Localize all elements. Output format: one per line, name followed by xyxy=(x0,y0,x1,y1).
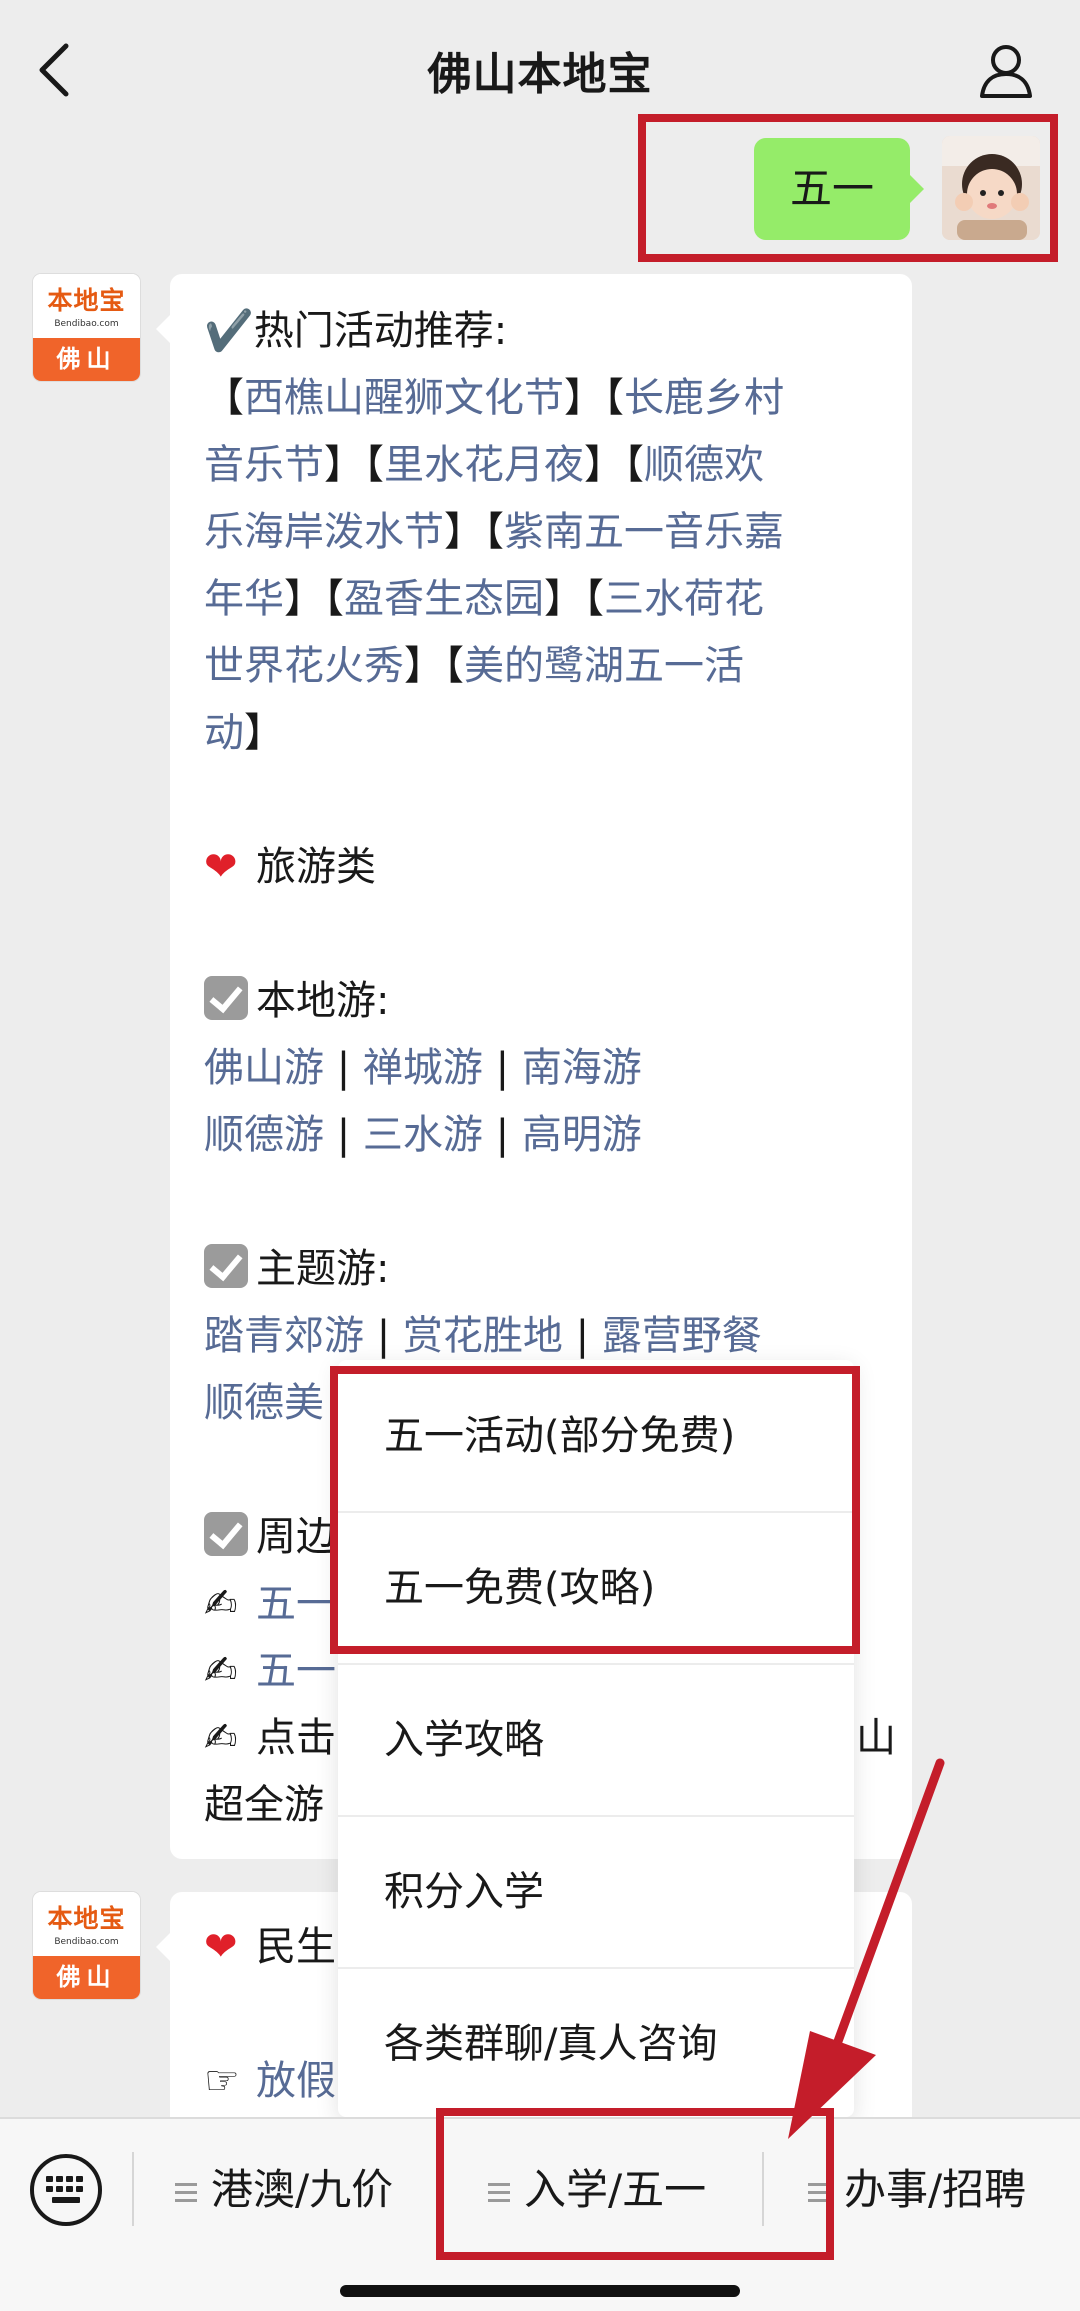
local-travel-row: 顺德游 | 三水游 | 高明游 xyxy=(204,1112,642,1158)
link-midea-lulake-cont[interactable]: 动 xyxy=(204,710,244,756)
pointing-hand-icon: ☞ xyxy=(204,2058,240,2104)
link-midea-lulake[interactable]: 美的鹭湖五一活 xyxy=(464,643,744,689)
checkbox-icon xyxy=(204,976,248,1020)
bot-domain: Bendibao.com xyxy=(54,319,119,329)
checkbox-icon xyxy=(204,1512,248,1556)
writing-hand-icon: ✍ xyxy=(204,1648,238,1694)
profile-icon[interactable] xyxy=(976,40,1036,100)
link-zinan-music-carnival-cont[interactable]: 年华 xyxy=(204,576,284,622)
link-flower-spots[interactable]: 赏花胜地 xyxy=(403,1313,563,1359)
menu-tab-affairs-jobs[interactable]: 办事/招聘 xyxy=(808,2150,1026,2230)
home-indicator xyxy=(340,2285,740,2297)
bot-domain: Bendibao.com xyxy=(54,1937,119,1947)
chat-title: 佛山本地宝 xyxy=(427,49,653,100)
link-changlu-music-cont[interactable]: 音乐节 xyxy=(204,442,324,488)
red-arrow-annotation xyxy=(788,1758,945,2139)
link-lishui-flower-night[interactable]: 里水花月夜 xyxy=(384,442,584,488)
divider xyxy=(132,2152,134,2226)
menu-item-enrollment-guide[interactable]: 入学攻略 xyxy=(338,1664,854,1816)
writing-hand-icon: ✍ xyxy=(204,1715,238,1761)
link-changlu-music[interactable]: 长鹿乡村 xyxy=(624,375,784,421)
link-sanshui-lotus[interactable]: 三水荷花 xyxy=(604,576,764,622)
bot-avatar[interactable]: 本地宝 Bendibao.com 佛山 xyxy=(33,1892,140,1999)
hot-activity-line: 世界花火秀】【美的鹭湖五一活 xyxy=(204,643,744,689)
heart-icon: ❤ xyxy=(204,844,238,890)
link-xiqiao-lion-dance[interactable]: 西樵山醒狮文化节 xyxy=(244,375,564,421)
highlight-bottom-tab xyxy=(436,2108,834,2260)
link-holiday[interactable]: 放假 xyxy=(256,2058,336,2104)
menu-list-icon xyxy=(175,2178,197,2207)
link-sanshui-tour[interactable]: 三水游 xyxy=(363,1112,483,1158)
link-shunde-tour[interactable]: 顺德游 xyxy=(204,1112,324,1158)
local-travel-heading: 本地游: xyxy=(204,968,890,1035)
message-line: ☞ 放假 xyxy=(204,2048,336,2115)
travel-heading: ❤ 旅游类 xyxy=(204,834,890,901)
link-shunde-food[interactable]: 顺德美 xyxy=(204,1380,324,1426)
heart-icon: ❤ xyxy=(204,1924,238,1970)
bot-city-label: 佛山 xyxy=(33,1956,140,1999)
menu-item-points-enrollment[interactable]: 积分入学 xyxy=(338,1816,854,1968)
link-may-day-1[interactable]: 五一 xyxy=(256,1581,336,1627)
writing-hand-icon: ✍ xyxy=(204,1581,238,1627)
link-shunde-water-festival[interactable]: 顺德欢 xyxy=(644,442,764,488)
highlight-outgoing-message xyxy=(638,114,1058,262)
message-line: ❤ 民生 xyxy=(204,1914,336,1981)
hot-activity-line: 音乐节】【里水花月夜】【顺德欢 xyxy=(204,442,764,488)
bot-avatar[interactable]: 本地宝 Bendibao.com 佛山 xyxy=(33,274,140,381)
link-foshan-tour[interactable]: 佛山游 xyxy=(204,1045,324,1091)
bot-brand-logo: 本地宝 xyxy=(47,1904,126,1933)
highlight-popup-items xyxy=(330,1366,860,1654)
link-camping-picnic[interactable]: 露营野餐 xyxy=(602,1313,762,1359)
theme-travel-heading: 主题游: xyxy=(204,1236,890,1303)
hot-activity-heading: ✔️热门活动推荐: xyxy=(204,308,508,354)
link-chancheng-tour[interactable]: 禅城游 xyxy=(363,1045,483,1091)
bot-brand-logo: 本地宝 xyxy=(47,286,126,315)
keyboard-icon[interactable] xyxy=(28,2152,104,2228)
link-gaoming-tour[interactable]: 高明游 xyxy=(522,1112,642,1158)
hot-activity-line: 乐海岸泼水节】【紫南五一音乐嘉 xyxy=(204,509,784,555)
hot-activity-line: 年华】【盈香生态园】【三水荷花 xyxy=(204,576,764,622)
menu-tab-hk-macau-hpv[interactable]: 港澳/九价 xyxy=(175,2150,393,2230)
local-travel-row: 佛山游 | 禅城游 | 南海游 xyxy=(204,1045,642,1091)
link-sanshui-lotus-cont[interactable]: 世界花火秀 xyxy=(204,643,404,689)
menu-item-group-chat-consult[interactable]: 各类群聊/真人咨询 xyxy=(338,1968,854,2120)
link-spring-outing[interactable]: 踏青郊游 xyxy=(204,1313,364,1359)
link-may-day-2[interactable]: 五一 xyxy=(256,1648,336,1694)
link-shunde-water-festival-cont[interactable]: 乐海岸泼水节 xyxy=(204,509,444,555)
hot-activity-line: 【西樵山醒狮文化节】【长鹿乡村 xyxy=(204,375,784,421)
bot-city-label: 佛山 xyxy=(33,338,140,381)
link-zinan-music-carnival[interactable]: 紫南五一音乐嘉 xyxy=(504,509,784,555)
hot-activity-line: 动】 xyxy=(204,710,284,756)
checkbox-icon xyxy=(204,1244,248,1288)
link-nanhai-tour[interactable]: 南海游 xyxy=(522,1045,642,1091)
link-yingxiang-eco-park[interactable]: 盈香生态园 xyxy=(344,576,544,622)
